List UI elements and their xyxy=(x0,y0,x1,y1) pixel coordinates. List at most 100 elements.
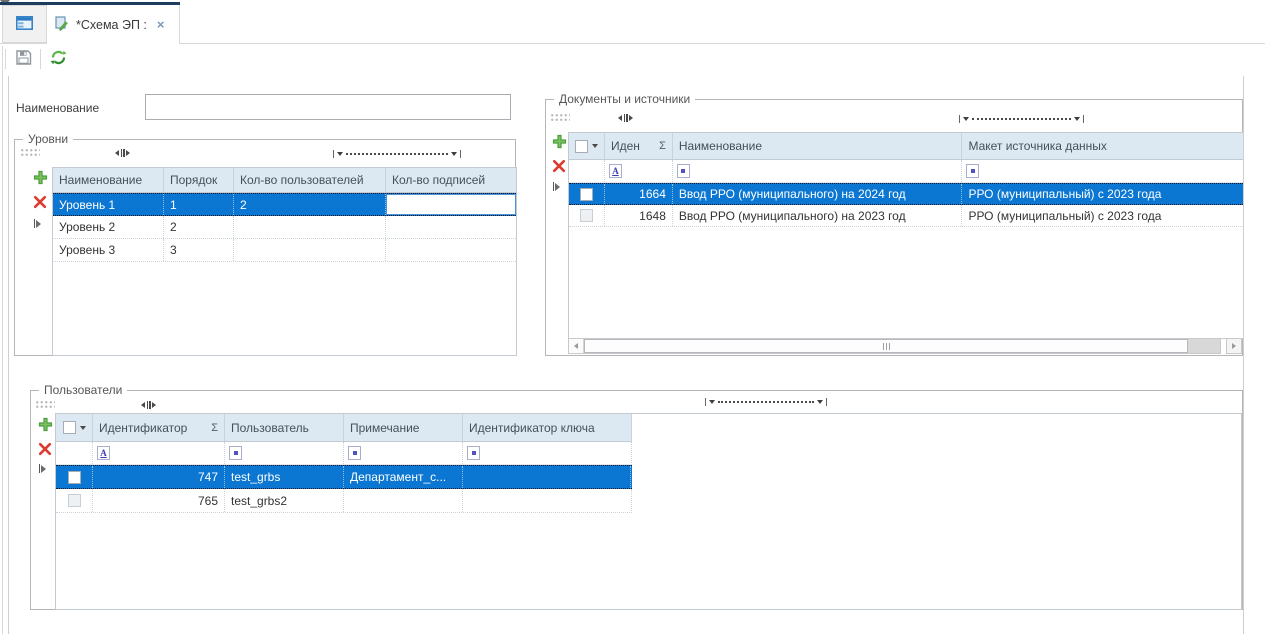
column-header[interactable]: Наименование xyxy=(53,168,164,192)
checkbox[interactable] xyxy=(580,188,593,201)
cell xyxy=(386,239,516,261)
floppy-save-icon xyxy=(15,49,32,69)
filter-box-icon[interactable] xyxy=(467,446,480,460)
cell xyxy=(234,216,386,238)
drag-handle-dots[interactable] xyxy=(20,148,40,157)
documents-row-selected[interactable]: 1664 Ввод РРО (муниципального) на 2024 г… xyxy=(569,183,1243,205)
column-header[interactable]: Порядок xyxy=(164,168,234,192)
delete-x-icon xyxy=(33,195,47,212)
cell: Ввод РРО (муниципального) на 2023 год xyxy=(673,205,963,226)
levels-row[interactable]: Уровень 3 3 xyxy=(53,239,516,262)
drag-handle-dots[interactable] xyxy=(35,400,55,409)
toolbar-separator xyxy=(5,49,6,69)
cell: 1648 xyxy=(605,205,673,226)
checkbox[interactable] xyxy=(68,494,81,507)
cell: test_grbs2 xyxy=(225,489,344,512)
cell: РРО (муниципальный) с 2023 года xyxy=(962,184,1243,204)
checkbox[interactable] xyxy=(63,421,76,434)
window-edge-line xyxy=(2,46,3,634)
refresh-button[interactable] xyxy=(46,47,70,71)
column-splitter-icon[interactable] xyxy=(141,400,156,409)
filter-box-icon[interactable] xyxy=(966,164,979,178)
filter-auto-icon[interactable]: A xyxy=(609,164,622,178)
users-row[interactable]: 765 test_grbs2 xyxy=(56,489,632,513)
add-row-button[interactable] xyxy=(36,417,54,435)
column-header[interactable]: Кол-во пользователей xyxy=(234,168,386,192)
name-input[interactable] xyxy=(145,94,511,120)
add-row-button[interactable] xyxy=(31,170,49,188)
users-groupbox: Пользователи Иден xyxy=(30,390,1243,610)
chevron-down-icon xyxy=(80,426,86,430)
scroll-thumb[interactable] xyxy=(584,339,1188,353)
window-layout-icon xyxy=(16,16,33,33)
plus-icon xyxy=(38,417,53,435)
filter-box-icon[interactable] xyxy=(677,164,690,178)
levels-row[interactable]: Уровень 2 2 xyxy=(53,216,516,239)
scroll-left-icon[interactable] xyxy=(569,339,584,353)
edit-cell[interactable] xyxy=(386,194,516,215)
column-header[interactable]: Пользователь xyxy=(225,414,344,441)
column-header[interactable]: Примечание xyxy=(344,414,463,441)
column-header[interactable]: Макет источника данных xyxy=(962,133,1243,159)
column-header[interactable]: ИдентификаторΣ xyxy=(93,414,225,441)
documents-row[interactable]: 1648 Ввод РРО (муниципального) на 2023 г… xyxy=(569,205,1243,227)
horizontal-scrollbar[interactable] xyxy=(568,338,1221,354)
signature-icon xyxy=(55,16,70,34)
app-window: *Схема ЭП : × Наименование Уровни xyxy=(0,0,1265,634)
sum-icon[interactable]: Σ xyxy=(659,140,666,152)
plus-icon xyxy=(552,134,567,152)
panels-toggle-button[interactable] xyxy=(2,5,47,43)
column-pan-control[interactable] xyxy=(333,149,461,158)
cell: Уровень 2 xyxy=(53,216,164,238)
cell: Ввод РРО (муниципального) на 2024 год xyxy=(673,184,963,204)
levels-group-title: Уровни xyxy=(23,132,73,146)
sum-icon[interactable]: Σ xyxy=(211,422,218,434)
tab-schema-ep[interactable]: *Схема ЭП : × xyxy=(47,5,180,44)
users-row-selected[interactable]: 747 test_grbs Департамент_с... xyxy=(56,465,632,489)
select-all-header[interactable] xyxy=(569,133,605,159)
delete-row-button[interactable] xyxy=(36,441,54,459)
documents-group-title: Документы и источники xyxy=(554,92,695,106)
scroll-track[interactable] xyxy=(1188,339,1220,353)
documents-groupbox: Документы и источники xyxy=(545,99,1243,356)
delete-row-button[interactable] xyxy=(550,158,568,176)
cell: Уровень 3 xyxy=(53,239,164,261)
levels-row-selected[interactable]: Уровень 1 1 2 xyxy=(53,193,516,216)
cell: 1664 xyxy=(605,184,673,204)
cell: 747 xyxy=(93,466,225,488)
toolbar-separator xyxy=(40,49,41,69)
name-label: Наименование xyxy=(16,101,99,115)
users-group-title: Пользователи xyxy=(39,383,127,397)
column-header[interactable]: Кол-во подписей xyxy=(386,168,516,192)
filter-box-icon[interactable] xyxy=(229,446,242,460)
column-header[interactable]: Идентификатор ключа xyxy=(463,414,631,441)
checkbox[interactable] xyxy=(580,209,593,222)
scroll-right-icon[interactable] xyxy=(1226,338,1242,354)
column-header[interactable]: Наименование xyxy=(673,133,963,159)
drag-handle-dots[interactable] xyxy=(550,113,570,122)
cell xyxy=(463,489,630,512)
add-row-button[interactable] xyxy=(550,134,568,152)
cell: 1 xyxy=(164,194,234,215)
filter-box-icon[interactable] xyxy=(348,446,361,460)
checkbox[interactable] xyxy=(68,471,81,484)
column-splitter-icon[interactable] xyxy=(115,148,130,157)
cell xyxy=(463,466,631,488)
refresh-icon xyxy=(50,49,67,69)
column-splitter-icon[interactable] xyxy=(618,113,633,122)
filter-auto-icon[interactable]: A xyxy=(97,446,110,460)
tab-bar: *Схема ЭП : × xyxy=(0,0,1265,44)
select-all-header[interactable] xyxy=(56,414,93,441)
current-row-indicator xyxy=(39,464,46,473)
column-header[interactable]: ИденΣ xyxy=(605,133,673,159)
column-pan-control[interactable] xyxy=(959,114,1084,123)
delete-x-icon xyxy=(38,442,52,459)
save-button[interactable] xyxy=(11,47,35,71)
levels-groupbox: Уровни Наименование Порядок Кол-во польз… xyxy=(14,139,516,356)
column-pan-control[interactable] xyxy=(705,397,827,406)
filter-row: A xyxy=(56,442,632,465)
delete-row-button[interactable] xyxy=(31,194,49,212)
cell xyxy=(386,216,516,238)
tab-close-icon[interactable]: × xyxy=(157,17,165,32)
checkbox[interactable] xyxy=(575,140,588,153)
